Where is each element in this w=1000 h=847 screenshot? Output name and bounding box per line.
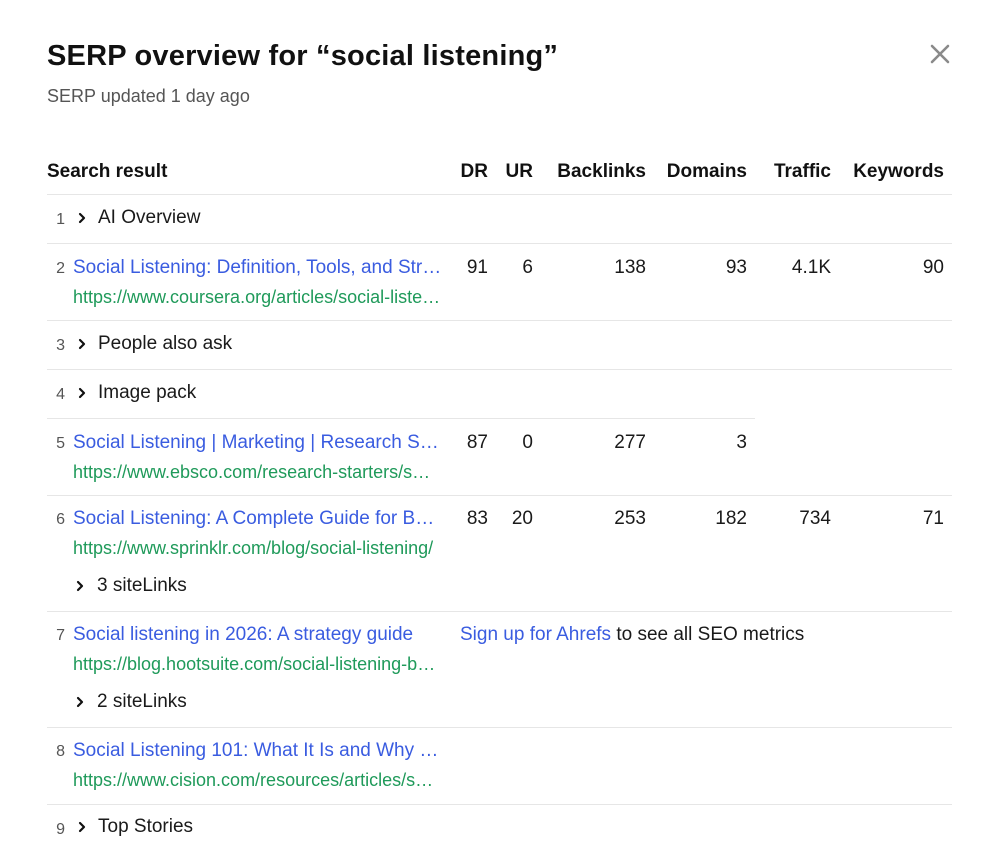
row-position: 4: [56, 386, 65, 403]
traffic-value[interactable]: 4.1K: [756, 257, 831, 279]
serp-row-image-pack[interactable]: 4 Image pack: [0, 370, 1000, 419]
chevron-right-icon[interactable]: [77, 821, 87, 833]
serp-row-people-also-ask[interactable]: 3 People also ask: [0, 321, 1000, 370]
keywords-value[interactable]: 71: [840, 508, 944, 530]
domains-value[interactable]: 93: [650, 257, 747, 279]
traffic-value[interactable]: 734: [756, 508, 831, 530]
dr-value: 87: [466, 432, 488, 453]
result-url-link[interactable]: https://blog.hootsuite.com/social-listen…: [73, 654, 445, 675]
row-position: 5: [56, 435, 65, 452]
sign-up-link[interactable]: Sign up for Ahrefs: [460, 624, 611, 645]
result-url-link[interactable]: https://www.coursera.org/articles/social…: [73, 287, 445, 308]
serp-feature-label[interactable]: Image pack: [98, 382, 196, 404]
page-title: SERP overview for “social listening”: [47, 40, 559, 72]
row-position: 6: [56, 511, 65, 528]
serp-feature-label[interactable]: Top Stories: [98, 816, 193, 838]
serp-row-result: 7 Social listening in 2026: A strategy g…: [0, 612, 1000, 727]
dr-value: 91: [466, 257, 488, 278]
backlinks-value[interactable]: 138: [540, 257, 646, 279]
upgrade-prompt: Sign up for Ahrefs to see all SEO metric…: [460, 624, 804, 646]
row-position: 8: [56, 743, 65, 760]
serp-feature-label[interactable]: People also ask: [98, 333, 232, 355]
result-url-link[interactable]: https://www.ebsco.com/research-starters/…: [73, 462, 439, 483]
keywords-value[interactable]: 90: [840, 257, 944, 279]
column-keywords[interactable]: Keywords: [840, 161, 944, 183]
ur-value: 0: [522, 432, 533, 453]
upgrade-prompt-text: to see all SEO metrics: [611, 624, 805, 645]
result-url-link[interactable]: https://www.cision.com/resources/article…: [73, 770, 441, 791]
serp-row-result: 5 Social Listening | Marketing | Researc…: [0, 419, 1000, 496]
chevron-right-icon[interactable]: [77, 338, 87, 350]
serp-updated-text: SERP updated 1 day ago: [47, 86, 250, 106]
column-ur[interactable]: UR: [492, 161, 533, 183]
column-traffic[interactable]: Traffic: [756, 161, 831, 183]
chevron-right-icon[interactable]: [75, 696, 85, 708]
result-title-link[interactable]: Social listening in 2026: A strategy gui…: [73, 624, 445, 646]
sitelinks-toggle[interactable]: 3 siteLinks: [97, 575, 187, 597]
column-dr[interactable]: DR: [440, 161, 488, 183]
chevron-right-icon[interactable]: [77, 212, 87, 224]
ur-value: 6: [522, 257, 533, 278]
column-backlinks[interactable]: Backlinks: [540, 161, 646, 183]
column-search-result: Search result: [47, 161, 168, 182]
serp-row-result: 2 Social Listening: Definition, Tools, a…: [0, 244, 1000, 321]
chevron-right-icon[interactable]: [75, 580, 85, 592]
serp-row-result: 8 Social Listening 101: What It Is and W…: [0, 728, 1000, 805]
serp-row-ai-overview[interactable]: 1 AI Overview: [0, 195, 1000, 244]
chevron-right-icon[interactable]: [77, 387, 87, 399]
result-title-link[interactable]: Social Listening 101: What It Is and Why…: [73, 740, 441, 762]
sitelinks-toggle[interactable]: 2 siteLinks: [97, 691, 187, 713]
serp-feature-label[interactable]: AI Overview: [98, 207, 200, 229]
domains-value[interactable]: 3: [650, 432, 747, 454]
backlinks-value[interactable]: 253: [540, 508, 646, 530]
result-title-link[interactable]: Social Listening: A Complete Guide for B…: [73, 508, 437, 530]
domains-value[interactable]: 182: [650, 508, 747, 530]
serp-row-top-stories[interactable]: 9 Top Stories: [0, 805, 1000, 847]
result-title-link[interactable]: Social Listening: Definition, Tools, and…: [73, 257, 445, 279]
column-domains[interactable]: Domains: [650, 161, 747, 183]
backlinks-value[interactable]: 277: [540, 432, 646, 454]
row-position: 7: [56, 627, 65, 644]
row-position: 9: [56, 821, 65, 838]
serp-row-result: 6 Social Listening: A Complete Guide for…: [0, 496, 1000, 611]
result-url-link[interactable]: https://www.sprinklr.com/blog/social-lis…: [73, 538, 445, 559]
row-position: 2: [56, 260, 65, 277]
row-position: 1: [56, 211, 65, 228]
close-icon[interactable]: [926, 40, 954, 68]
row-position: 3: [56, 337, 65, 354]
ur-value: 20: [511, 508, 533, 529]
result-title-link[interactable]: Social Listening | Marketing | Research …: [73, 432, 439, 454]
dr-value: 83: [466, 508, 488, 529]
